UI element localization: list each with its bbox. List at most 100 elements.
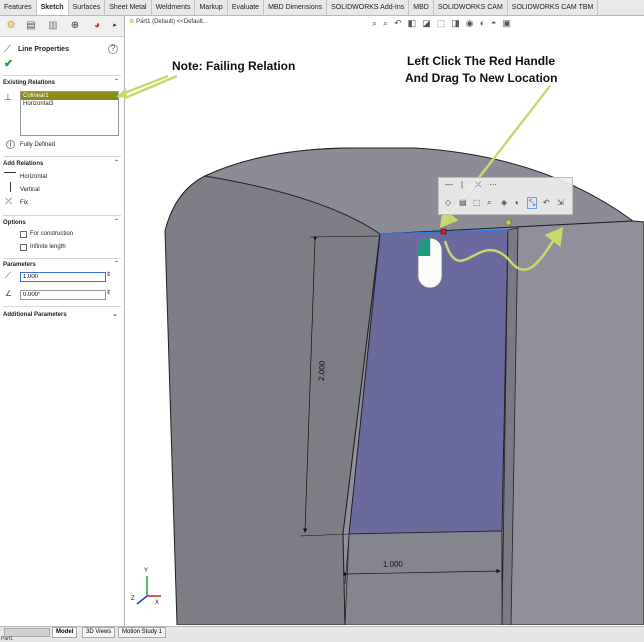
heads-up-toolbar: ⌕ ⌕ ↶ ◧ ◪ ⬚ ◨ ◉ ◐ ◓ ▣ <box>372 16 640 30</box>
tab-solidworks-cam-tbm[interactable]: SOLIDWORKS CAM TBM <box>508 0 599 15</box>
tab-mbd[interactable]: MBD <box>409 0 434 15</box>
svg-text:Z: Z <box>131 596 135 602</box>
view-settings-icon[interactable]: ▣ <box>502 18 511 29</box>
add-relation-fix[interactable]: Fix <box>20 200 28 206</box>
length-input[interactable] <box>20 272 106 282</box>
collapse-icon[interactable]: ⌃ <box>114 218 119 225</box>
status-bar-text: Part1 <box>1 636 13 642</box>
exit-sketch-icon[interactable]: ⇲ <box>557 198 564 207</box>
relation-glyph <box>505 219 512 226</box>
smart-dimension-icon[interactable]: ◇ <box>445 198 451 207</box>
tab-sheet-metal[interactable]: Sheet Metal <box>105 0 152 15</box>
zoom-selection-icon[interactable]: ⌕ <box>487 198 491 208</box>
construction-label: For construction <box>30 231 74 237</box>
tab-solidworks-add-ins[interactable]: SOLIDWORKS Add-Ins <box>327 0 410 15</box>
info-icon: i <box>6 140 15 149</box>
horizontal-relation-icon[interactable]: — <box>445 180 453 189</box>
zoom-to-fit-icon[interactable]: ⌕ <box>372 18 377 29</box>
display-relations-icon[interactable]: ◈ <box>501 198 507 207</box>
line-icon: ⟋ <box>4 44 11 55</box>
sketch-relations-icon[interactable]: ⤡ <box>527 197 538 209</box>
tree-path: Part1 (Default) <<Default... <box>136 19 208 25</box>
horizontal-icon <box>4 172 16 173</box>
note-callout: Note: Failing Relation <box>172 59 295 73</box>
context-toolbar: — | ⤫ ⋯ ◇ ▤ ⬚ ⌕ ◈ ◐ ⤡ ↶ ⇲ <box>438 177 573 215</box>
bottom-bar: Model 3D Views Motion Study 1 Part1 <box>0 626 644 642</box>
command-manager-tabs: Features Sketch Surfaces Sheet Metal Weldmen… <box>0 0 644 16</box>
convert-entities-icon[interactable]: ↶ <box>543 198 550 207</box>
property-manager-icon[interactable]: ▤ <box>24 19 38 32</box>
view-orientation-icon[interactable]: ⬚ <box>437 18 446 29</box>
display-manager-icon[interactable]: ◕ <box>90 19 104 32</box>
display-style-icon[interactable]: ◨ <box>451 18 460 29</box>
angle-spin-icon[interactable]: ⇕ <box>106 289 111 296</box>
tab-weldments[interactable]: Weldments <box>152 0 196 15</box>
vertical-relation-icon[interactable]: | <box>461 180 463 189</box>
tab-markup[interactable]: Markup <box>195 0 228 15</box>
hide-icon[interactable]: ◐ <box>515 198 520 207</box>
hide-show-icon[interactable]: ◉ <box>466 18 474 29</box>
construction-icon[interactable]: ⋯ <box>489 180 497 189</box>
collapse-icon[interactable]: ⌃ <box>114 159 119 166</box>
edit-appearance-icon[interactable]: ◐ <box>480 18 485 28</box>
scene-icon[interactable]: ◓ <box>491 18 496 28</box>
tab-motion-study[interactable]: Motion Study 1 <box>118 627 167 638</box>
recess-floor <box>344 530 503 625</box>
previous-view-icon[interactable]: ↶ <box>394 18 402 29</box>
tab-evaluate[interactable]: Evaluate <box>228 0 265 15</box>
angle-icon: ∠ <box>5 289 13 298</box>
horizontal-dimension-text[interactable]: 1.000 <box>383 559 404 569</box>
mouse-icon <box>417 237 443 289</box>
collapse-icon[interactable]: ⌃ <box>114 260 119 267</box>
more-tabs-icon[interactable]: ▸ <box>108 19 122 32</box>
status-text: Fully Defined <box>20 142 56 148</box>
relation-icon: ⊥ <box>4 92 12 102</box>
add-relation-vertical[interactable]: Vertical <box>20 187 40 193</box>
tab-features[interactable]: Features <box>0 0 37 15</box>
instruction-line-1: Left Click The Red Handle <box>407 54 555 68</box>
vertical-icon <box>10 182 11 192</box>
options-header[interactable]: Options <box>3 220 26 226</box>
red-handle[interactable] <box>440 228 447 235</box>
tab-solidworks-cam[interactable]: SOLIDWORKS CAM <box>434 0 508 15</box>
ok-check-icon[interactable]: ✔ <box>4 57 13 70</box>
expand-icon[interactable]: ⌄ <box>112 310 118 318</box>
parameters-header[interactable]: Parameters <box>3 262 36 268</box>
graphics-area[interactable]: 2.000 1.000 Y Z X Note: Failing Relation… <box>125 16 644 625</box>
existing-relations-header[interactable]: Existing Relations <box>3 80 55 86</box>
normal-to-icon[interactable]: ⬚ <box>473 198 481 207</box>
fix-relation-icon[interactable]: ⤫ <box>475 180 481 190</box>
view-triad[interactable]: Y Z X <box>131 568 161 606</box>
dynamic-annotation-icon[interactable]: ◪ <box>422 18 431 29</box>
vertical-dimension-text[interactable]: 2.000 <box>317 360 327 381</box>
feature-tree-flyout[interactable]: ⚙ Part1 (Default) <<Default... <box>129 18 208 25</box>
tab-sketch[interactable]: Sketch <box>36 0 69 15</box>
construction-checkbox[interactable] <box>20 231 27 238</box>
zoom-area-icon[interactable]: ⌕ <box>383 18 388 29</box>
note-leader-overlay <box>116 74 169 98</box>
svg-text:X: X <box>155 600 159 606</box>
divider <box>3 156 121 157</box>
section-view-icon[interactable]: ◧ <box>408 18 417 29</box>
divider <box>3 258 121 259</box>
feature-manager-icon[interactable]: ⚙ <box>4 19 18 32</box>
tab-model[interactable]: Model <box>52 627 78 638</box>
dimxpert-icon[interactable]: ⊕ <box>68 19 82 32</box>
panel-title: Line Properties <box>18 46 69 53</box>
tab-surfaces[interactable]: Surfaces <box>69 0 106 15</box>
rapid-sketch-icon[interactable]: ▤ <box>459 198 467 207</box>
length-icon: ⟋ <box>5 271 11 280</box>
tab-mbd-dimensions[interactable]: MBD Dimensions <box>264 0 328 15</box>
length-spin-icon[interactable]: ⇕ <box>106 271 111 278</box>
help-icon[interactable]: ? <box>108 44 118 54</box>
infinite-length-checkbox[interactable] <box>20 244 27 251</box>
angle-input[interactable] <box>20 290 106 300</box>
add-relations-header[interactable]: Add Relations <box>3 161 43 167</box>
instruction-line-2: And Drag To New Location <box>405 71 557 85</box>
model-svg: 2.000 1.000 Y Z X Note: Failing Relation… <box>125 54 644 625</box>
config-manager-icon[interactable]: ▥ <box>46 19 60 32</box>
infinite-length-label: Infinite length <box>30 244 66 250</box>
add-relation-horizontal[interactable]: Horizontal <box>20 174 47 180</box>
additional-parameters-header[interactable]: Additional Parameters <box>3 312 67 318</box>
tab-3d-views[interactable]: 3D Views <box>82 627 116 638</box>
